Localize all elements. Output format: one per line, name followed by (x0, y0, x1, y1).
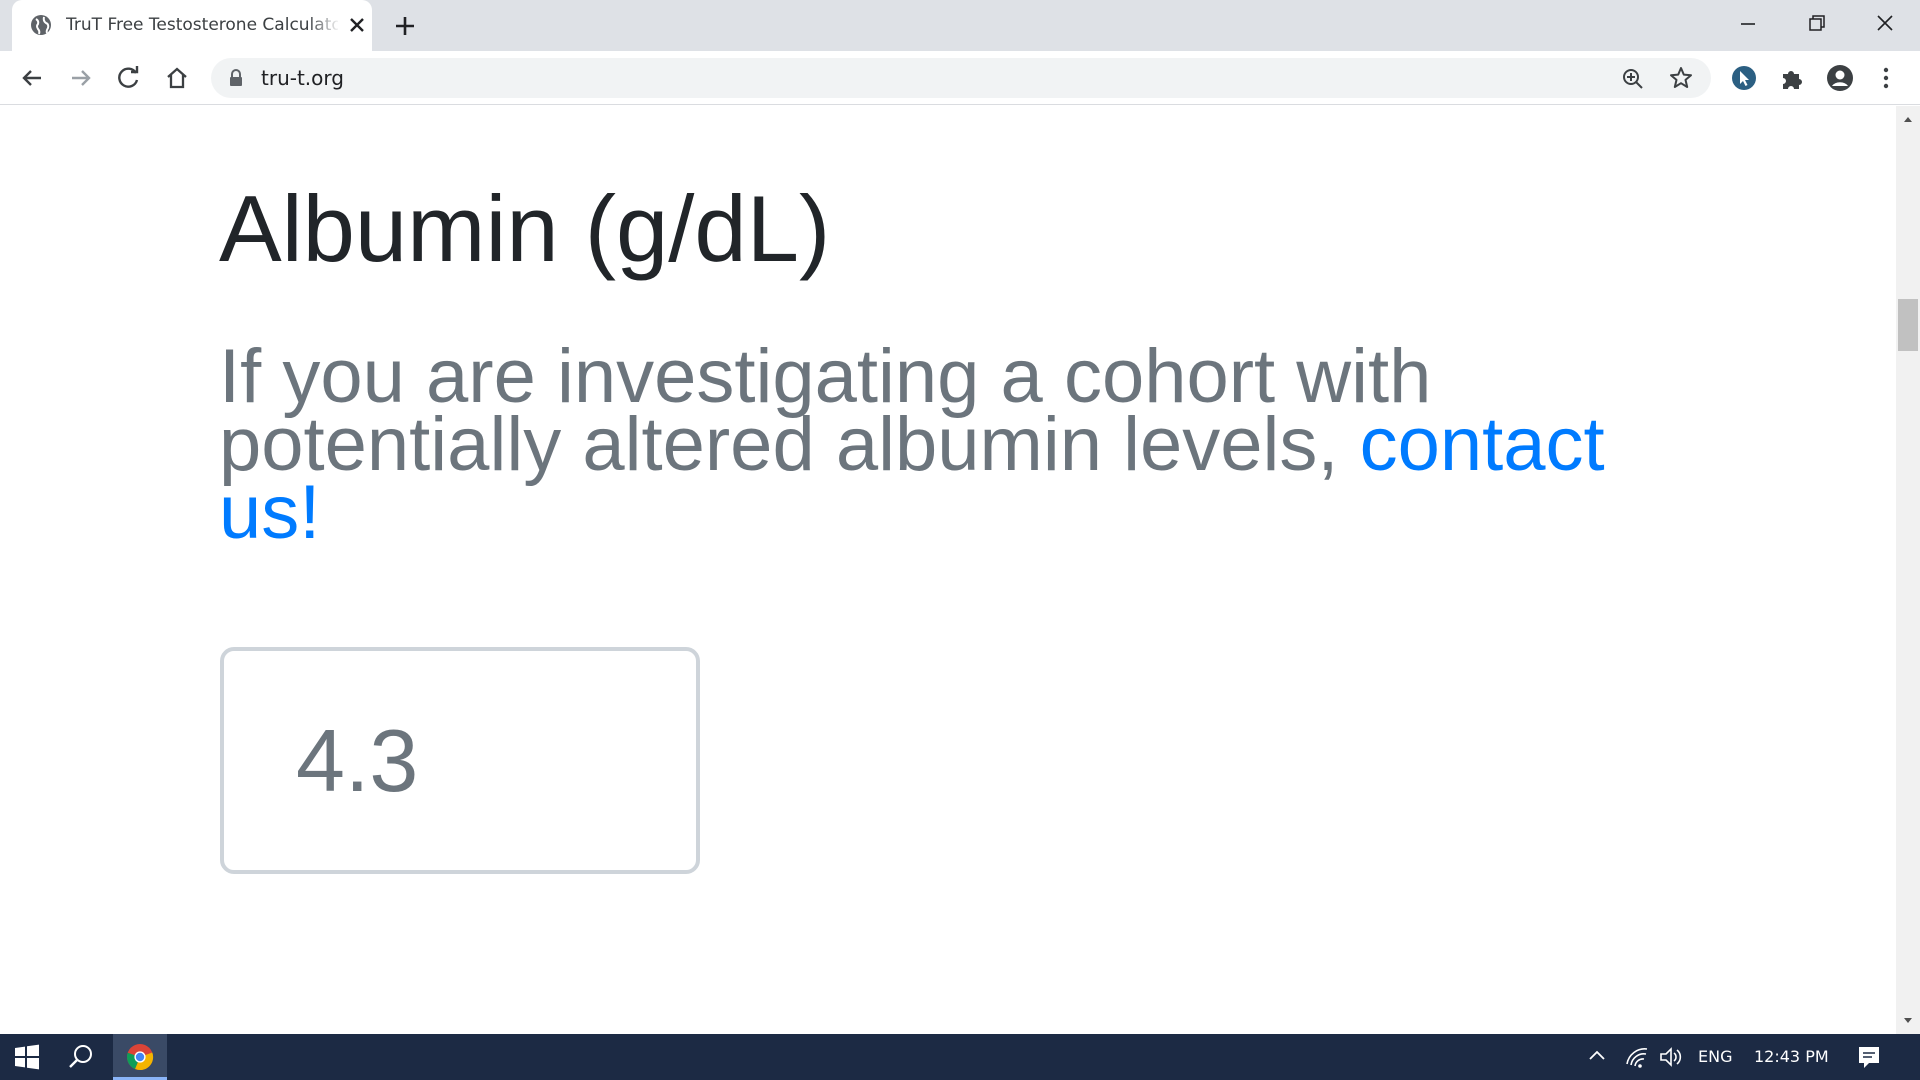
browser-toolbar: tru-t.org (0, 51, 1920, 105)
bookmark-star-icon[interactable] (1669, 66, 1693, 90)
page-scrollbar[interactable] (1896, 106, 1920, 1034)
search-icon[interactable] (66, 1042, 96, 1072)
language-indicator[interactable]: ENG (1698, 1046, 1732, 1068)
account-icon[interactable] (1826, 64, 1854, 92)
albumin-heading: Albumin (g/dL) (219, 176, 831, 281)
restore-icon[interactable] (1801, 8, 1831, 38)
address-bar[interactable]: tru-t.org (211, 58, 1711, 98)
url-text[interactable]: tru-t.org (261, 67, 344, 89)
scroll-down-arrow-icon[interactable] (1896, 1010, 1920, 1032)
cursor-extension-icon[interactable] (1730, 64, 1758, 92)
zoom-icon[interactable] (1621, 67, 1645, 91)
tab-strip: TruT Free Testosterone Calculator (0, 0, 1920, 51)
chrome-taskbar-button[interactable] (113, 1034, 167, 1080)
notification-icon[interactable] (1855, 1043, 1883, 1071)
back-arrow-icon[interactable] (17, 63, 47, 93)
puzzle-icon[interactable] (1778, 64, 1806, 92)
kebab-menu-icon[interactable] (1872, 64, 1900, 92)
windows-taskbar: ENG 12:43 PM (0, 1034, 1920, 1080)
tab-close-icon[interactable] (346, 14, 368, 36)
speaker-icon[interactable] (1657, 1043, 1685, 1071)
scroll-up-arrow-icon[interactable] (1896, 108, 1920, 130)
new-tab-plus-icon[interactable] (391, 12, 419, 40)
albumin-description: If you are investigating a cohort with p… (219, 339, 1659, 551)
clock[interactable]: 12:43 PM (1754, 1046, 1829, 1068)
globe-icon (31, 15, 51, 35)
minimize-icon[interactable] (1733, 8, 1763, 38)
tab-title-fade (308, 12, 340, 38)
description-text: If you are investigating a cohort with p… (219, 334, 1432, 487)
lock-icon (230, 69, 242, 86)
forward-arrow-icon[interactable] (66, 63, 96, 93)
browser-tab[interactable]: TruT Free Testosterone Calculator (12, 0, 372, 51)
chevron-up-icon[interactable] (1584, 1043, 1610, 1069)
reload-icon[interactable] (114, 63, 144, 93)
tab-title: TruT Free Testosterone Calculator (66, 15, 338, 35)
windows-start-icon[interactable] (12, 1042, 42, 1072)
albumin-input[interactable] (220, 647, 700, 874)
scroll-thumb[interactable] (1898, 299, 1918, 351)
page-viewport: Albumin (g/dL) If you are investigating … (0, 106, 1896, 1034)
home-icon[interactable] (162, 63, 192, 93)
wifi-icon[interactable] (1623, 1043, 1651, 1071)
chrome-icon (127, 1044, 154, 1071)
window-close-icon[interactable] (1870, 8, 1900, 38)
